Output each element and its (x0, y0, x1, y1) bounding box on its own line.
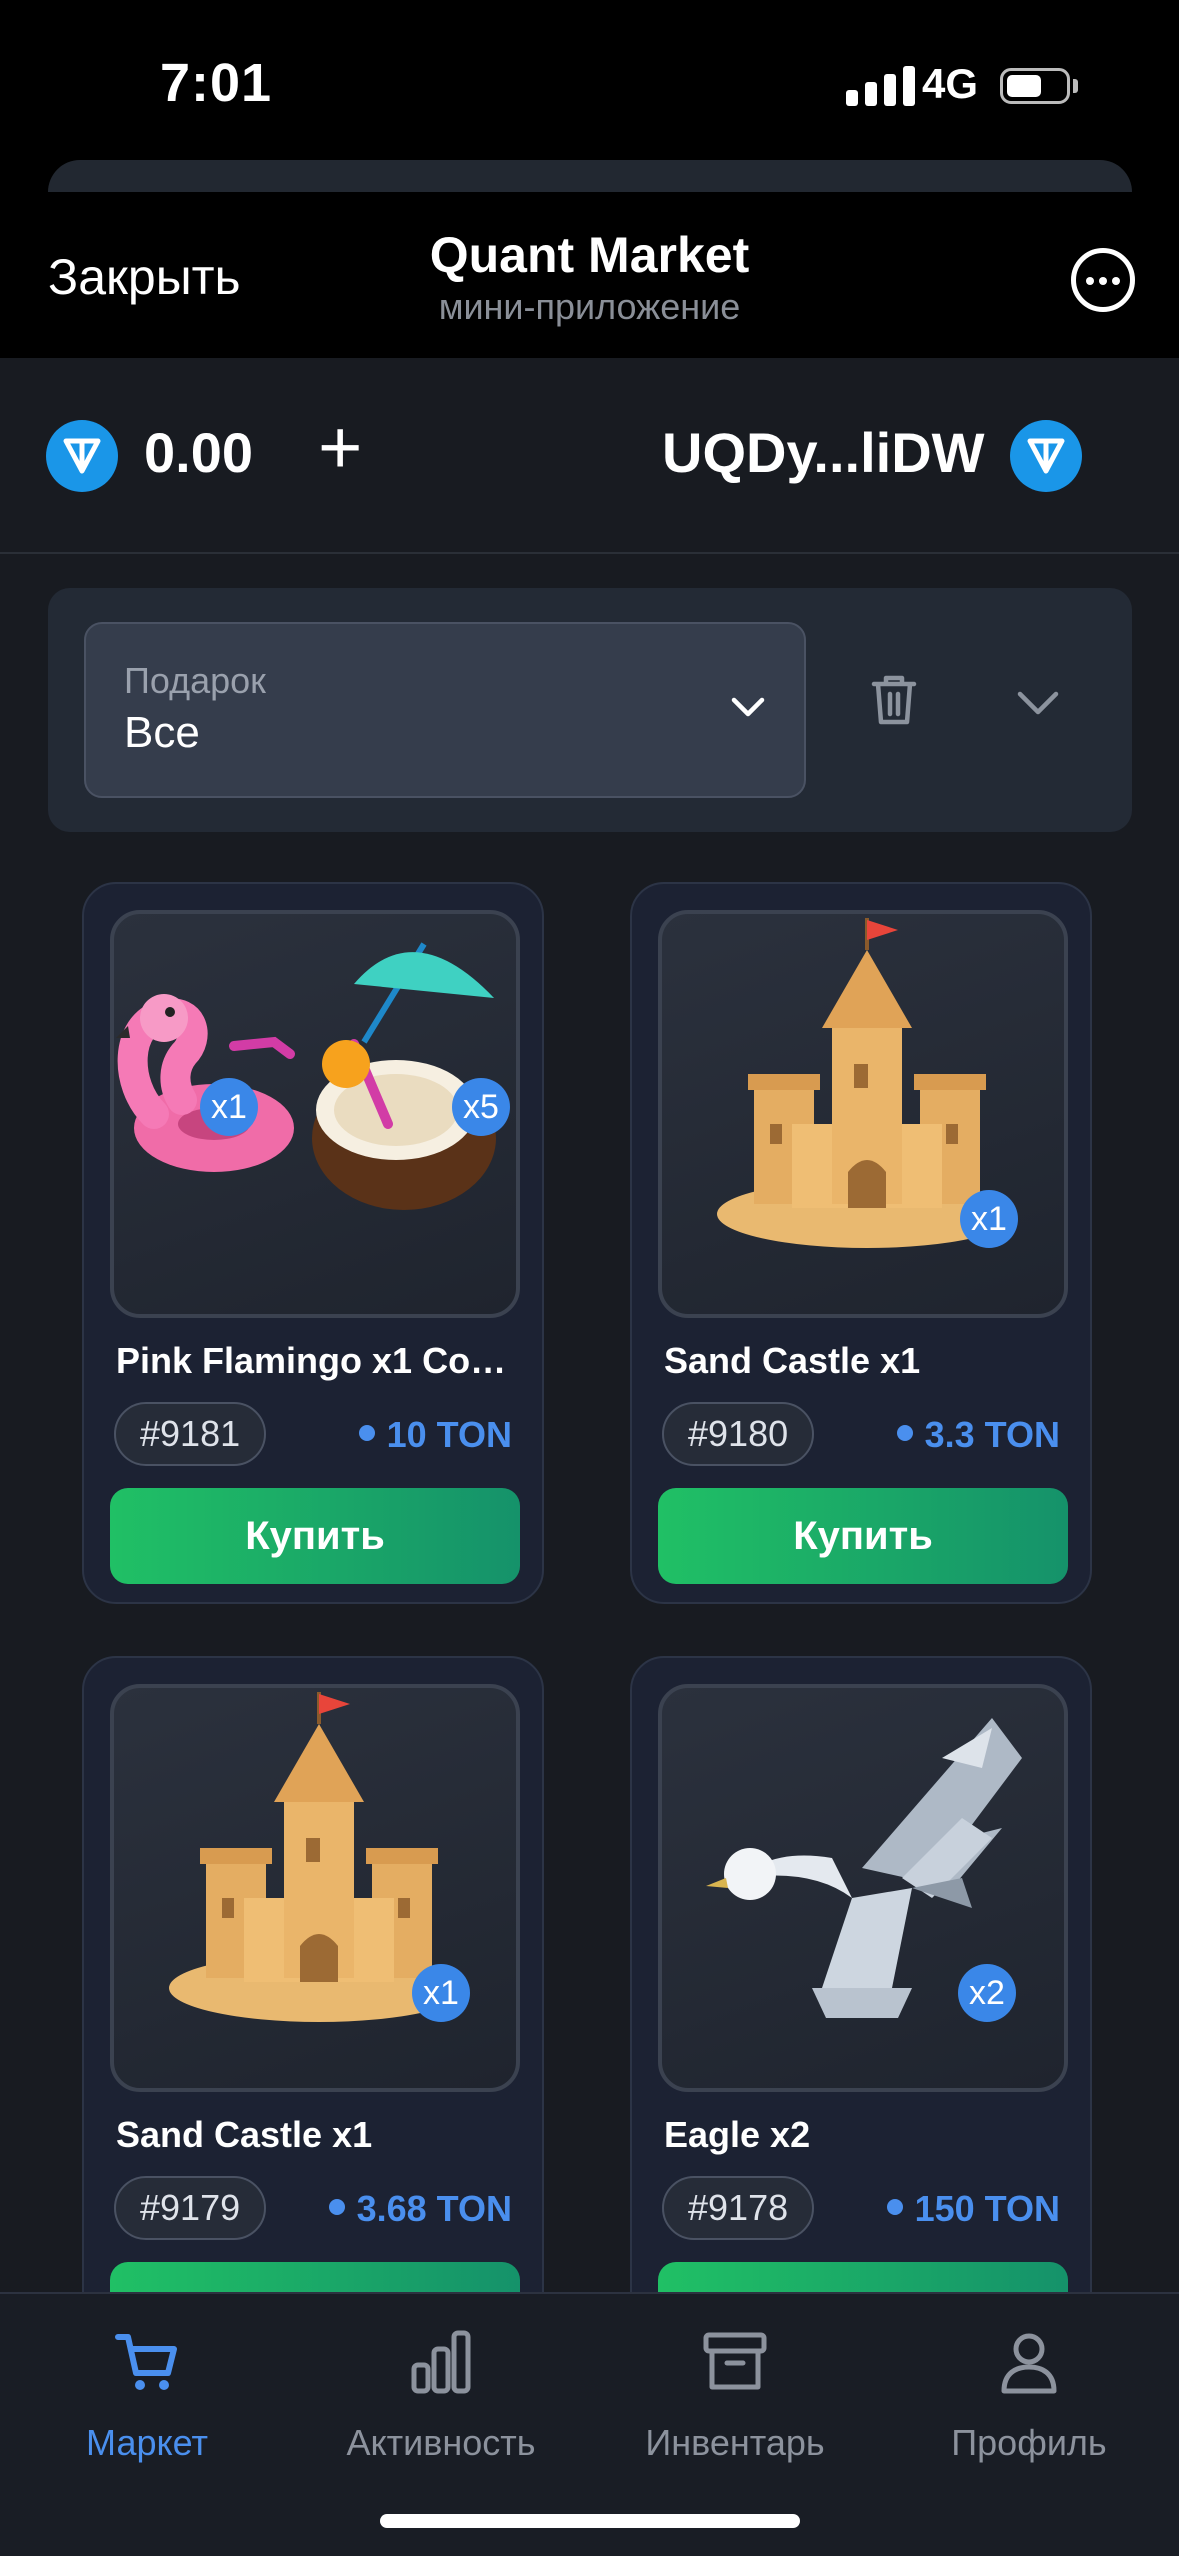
filter-label: Подарок (124, 660, 266, 701)
product-id: #9181 (114, 1402, 267, 1466)
ton-icon (46, 420, 118, 492)
product-card[interactable]: x2 Eagle x2 #9178 150 TON Купить (630, 1656, 1092, 2292)
product-id: #9179 (114, 2176, 267, 2240)
product-card[interactable]: x1 x5 Pink Flamingo x1 Coconut Drink x5 … (82, 882, 544, 1604)
nav-inventory[interactable]: Инвентарь (588, 2322, 882, 2464)
nav-label: Инвентарь (645, 2422, 825, 2463)
filter-value: Все (124, 708, 200, 757)
product-title: Eagle x2 (664, 2114, 811, 2155)
product-price: 3.68 TON (329, 2188, 512, 2230)
wallet-bar: 0.00 + UQDy...liDW (0, 358, 1179, 554)
quantity-badge: x1 (960, 1190, 1018, 1248)
product-card[interactable]: x1 Sand Castle x1 #9180 3.3 TON Купить (630, 882, 1092, 1604)
nav-profile[interactable]: Профиль (882, 2322, 1176, 2464)
wallet-address[interactable]: UQDy...liDW (662, 420, 985, 485)
product-image: x2 (658, 1684, 1068, 2092)
quantity-badge: x2 (958, 1964, 1016, 2022)
nav-market[interactable]: Маркет (0, 2322, 294, 2464)
buy-button[interactable]: Купить (110, 2262, 520, 2292)
nav-label: Профиль (951, 2422, 1107, 2463)
buy-button[interactable]: Купить (658, 1488, 1068, 1584)
product-price: 150 TON (887, 2188, 1060, 2230)
add-funds-button[interactable]: + (318, 410, 362, 486)
more-options-icon[interactable] (1071, 248, 1135, 312)
balance-value: 0.00 (144, 421, 253, 484)
product-image: x1 x5 (110, 910, 520, 1318)
home-indicator[interactable] (380, 2514, 800, 2528)
product-image: x1 (110, 1684, 520, 2092)
app-title: Quant Market (429, 227, 750, 283)
nav-label: Активность (346, 2422, 536, 2463)
status-time: 7:01 (160, 53, 273, 113)
battery-icon (1000, 68, 1070, 104)
wallet-ton-icon[interactable] (1010, 420, 1082, 492)
bar-chart-icon (411, 2330, 471, 2394)
filter-panel: Подарок Все (48, 588, 1132, 832)
cart-icon (115, 2334, 177, 2390)
product-id: #9178 (662, 2176, 815, 2240)
product-image: x1 (658, 910, 1068, 1318)
app-header: Закрыть Quant Market мини-приложение (0, 192, 1179, 358)
collapse-chevron-icon[interactable] (1012, 682, 1064, 722)
market-content: 0.00 + UQDy...liDW Подарок Все x1 x5 Pin… (0, 358, 1179, 2292)
buy-button[interactable]: Купить (110, 1488, 520, 1584)
buy-button[interactable]: Купить (658, 2262, 1068, 2292)
archive-box-icon (703, 2332, 767, 2390)
chevron-down-icon (731, 697, 765, 717)
product-title: Sand Castle x1 (664, 1340, 921, 1381)
product-title: Pink Flamingo x1 Coconut Drink x5 (116, 1340, 520, 1381)
nav-activity[interactable]: Активность (294, 2322, 588, 2464)
nav-label: Маркет (86, 2422, 208, 2463)
network-type: 4G (922, 60, 979, 107)
product-title: Sand Castle x1 (116, 2114, 373, 2155)
trash-icon[interactable] (868, 672, 920, 728)
product-price: 3.3 TON (897, 1414, 1060, 1456)
status-bar: 7:01 4G (0, 0, 1179, 160)
quantity-badge: x1 (200, 1078, 258, 1136)
product-card[interactable]: x1 Sand Castle x1 #9179 3.68 TON Купить (82, 1656, 544, 2292)
product-price: 10 TON (359, 1414, 512, 1456)
gift-filter-select[interactable]: Подарок Все (84, 622, 806, 798)
quantity-badge: x1 (412, 1964, 470, 2022)
signal-icon (846, 66, 915, 106)
user-icon (1001, 2333, 1057, 2394)
product-id: #9180 (662, 1402, 815, 1466)
app-subtitle: мини-приложение (438, 286, 741, 327)
quantity-badge: x5 (452, 1078, 510, 1136)
